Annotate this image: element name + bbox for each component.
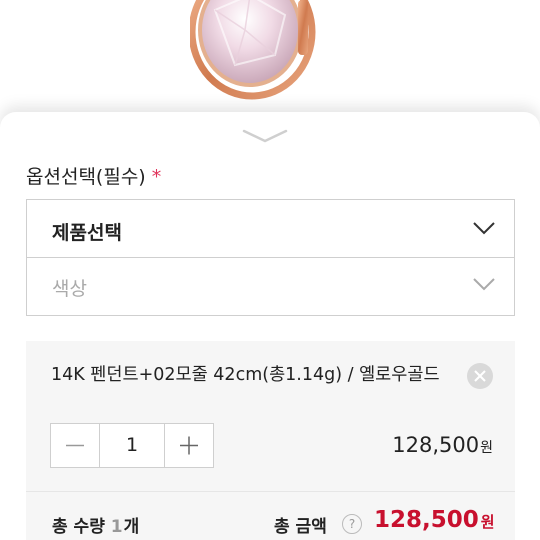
selected-item-name: 14K 펜던트+02모줄 42cm(총1.14g) / 옐로우골드 — [51, 365, 440, 385]
color-select-placeholder: 색상 — [52, 278, 87, 300]
required-mark: * — [151, 166, 162, 188]
total-price-value: 128,500 — [374, 507, 479, 533]
total-price: 128,500 원 — [374, 507, 495, 533]
total-price-unit: 원 — [480, 513, 495, 531]
selected-item: 14K 펜던트+02모줄 42cm(총1.14g) / 옐로우골드 1 128,… — [26, 341, 515, 491]
product-select-value: 제품선택 — [52, 222, 122, 244]
remove-item-button[interactable] — [467, 363, 493, 389]
option-section-title: 옵션선택(필수) * — [26, 162, 161, 189]
help-icon[interactable]: ? — [342, 514, 362, 534]
product-image — [0, 0, 540, 130]
quantity-input[interactable]: 1 — [99, 424, 165, 467]
total-quantity-label: 총 수량 — [52, 517, 105, 537]
quantity-stepper: 1 — [50, 423, 214, 468]
increase-quantity-button[interactable] — [165, 424, 213, 467]
product-select[interactable]: 제품선택 — [26, 199, 515, 258]
item-price: 128,500원 — [392, 433, 493, 457]
plus-icon — [180, 436, 198, 455]
close-icon — [474, 370, 486, 382]
option-title-text: 옵션선택(필수) — [26, 166, 146, 188]
pendant-image — [190, 0, 316, 100]
chevron-down-icon — [473, 278, 495, 291]
item-price-unit: 원 — [480, 440, 493, 456]
chevron-down-icon — [473, 222, 495, 235]
total-summary: 총 수량 1개 총 금액 ? 128,500 원 — [26, 491, 515, 540]
item-price-value: 128,500 — [392, 433, 480, 457]
total-quantity-unit: 개 — [123, 517, 140, 537]
decrease-quantity-button[interactable] — [51, 424, 99, 467]
color-select[interactable]: 색상 — [26, 258, 515, 316]
collapse-chevron-icon[interactable] — [242, 128, 288, 144]
total-quantity: 총 수량 1개 — [52, 512, 139, 537]
product-option-page: 옵션선택(필수) * 제품선택 색상 14K 펜던트+02모줄 42cm(총1.1… — [0, 0, 540, 540]
option-bottom-sheet: 옵션선택(필수) * 제품선택 색상 14K 펜던트+02모줄 42cm(총1.1… — [0, 112, 540, 540]
minus-icon — [66, 444, 84, 447]
total-quantity-value: 1 — [110, 517, 123, 537]
total-amount-label: 총 금액 — [274, 517, 327, 537]
